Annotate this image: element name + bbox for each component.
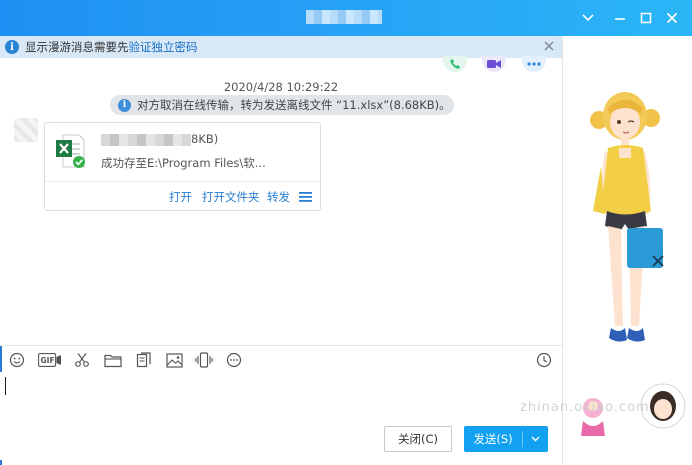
file-save-status: 成功存至E:\Program Files\软...: [101, 156, 266, 170]
input-toolbar: GIF: [0, 348, 562, 372]
forward-link[interactable]: 转发: [267, 189, 290, 205]
toolbar-divider: [0, 345, 562, 346]
clock-history-icon[interactable]: [534, 351, 554, 369]
gif-icon[interactable]: GIF: [38, 351, 62, 369]
scissors-icon[interactable]: [72, 351, 92, 369]
send-button[interactable]: 发送(S): [464, 426, 548, 452]
title-bar: [0, 0, 692, 36]
avatar[interactable]: [14, 118, 38, 142]
system-message-text: 对方取消在线传输，转为发送离线文件 “11.xlsx”(8.68KB)。: [137, 98, 451, 112]
file-card[interactable]: 8KB) 成功存至E:\Program Files\软... 打开 打开文件夹 …: [44, 122, 321, 211]
open-file-link[interactable]: 打开: [169, 189, 192, 205]
open-folder-link[interactable]: 打开文件夹: [202, 189, 260, 205]
info-icon: i: [5, 40, 19, 54]
more-tools-icon[interactable]: [224, 351, 244, 369]
voice-call-icon[interactable]: [443, 56, 467, 72]
watermark-text: zhinan.oxiao.com: [520, 400, 650, 415]
text-caret: [5, 377, 6, 395]
chevron-down-icon[interactable]: [578, 8, 598, 28]
notice-bar: i 显示漫游消息需要先 验证独立密码: [0, 36, 562, 58]
send-options-chevron-icon[interactable]: [523, 436, 548, 442]
system-message: i 对方取消在线传输，转为发送离线文件 “11.xlsx”(8.68KB)。: [110, 95, 454, 115]
notice-text: 显示漫游消息需要先: [25, 40, 129, 54]
gif-label: GIF: [41, 356, 55, 365]
chat-history[interactable]: 2020/4/28 10:29:22 i 对方取消在线传输，转为发送离线文件 “…: [0, 56, 562, 345]
contact-name-redacted: [306, 10, 382, 24]
vibrate-icon[interactable]: [194, 351, 214, 369]
divider: [45, 181, 320, 182]
notice-close-icon[interactable]: [542, 39, 556, 53]
folder-icon[interactable]: [103, 351, 123, 369]
image-icon[interactable]: [164, 351, 184, 369]
close-button[interactable]: 关闭(C): [384, 426, 452, 452]
more-options-icon[interactable]: [522, 56, 546, 72]
emoji-icon[interactable]: [7, 351, 27, 369]
maximize-icon[interactable]: [636, 8, 656, 28]
hamburger-menu-icon[interactable]: [299, 192, 312, 202]
send-button-label: 发送(S): [473, 432, 513, 446]
excel-file-icon: [56, 134, 85, 168]
minimize-icon[interactable]: [610, 8, 630, 28]
info-icon: i: [118, 98, 131, 112]
close-icon[interactable]: [662, 8, 682, 28]
file-name-redacted: [101, 134, 191, 146]
message-timestamp: 2020/4/28 10:29:22: [223, 80, 339, 94]
verify-password-link[interactable]: 验证独立密码: [129, 39, 198, 55]
video-call-icon[interactable]: [482, 56, 506, 72]
file-size: 8KB): [191, 132, 219, 146]
document-icon[interactable]: [134, 351, 154, 369]
